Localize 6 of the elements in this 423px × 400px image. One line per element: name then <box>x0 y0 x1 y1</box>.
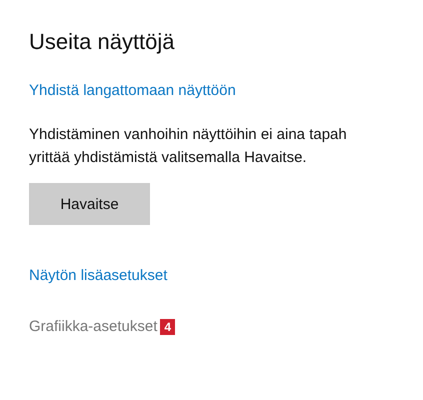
detect-button[interactable]: Havaitse <box>29 183 150 225</box>
number-badge: 4 <box>160 318 176 334</box>
wireless-display-link[interactable]: Yhdistä langattomaan näyttöön <box>29 82 236 99</box>
page-title: Useita näyttöjä <box>29 29 175 55</box>
description-text: Yhdistäminen vanhoihin näyttöihin ei aina tapah yrittää yhdistämistä valitsemalla Havaitse. <box>29 125 347 168</box>
settings-link[interactable]: Näytön lisäasetukset <box>29 267 168 284</box>
